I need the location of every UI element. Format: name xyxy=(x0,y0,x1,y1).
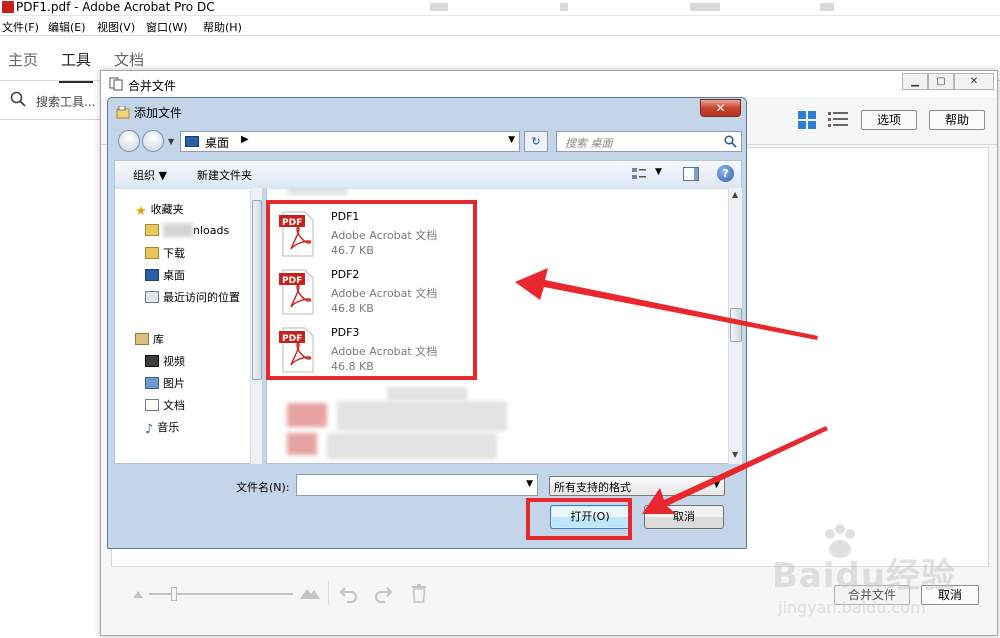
arrow-to-open xyxy=(642,426,828,514)
watermark-text: Baidu经验 xyxy=(772,556,957,596)
baidu-watermark: Baidu经验 jingyan.baidu.com xyxy=(760,524,1000,628)
arrow-to-files xyxy=(515,268,818,340)
watermark-url: jingyan.baidu.com xyxy=(778,598,926,617)
